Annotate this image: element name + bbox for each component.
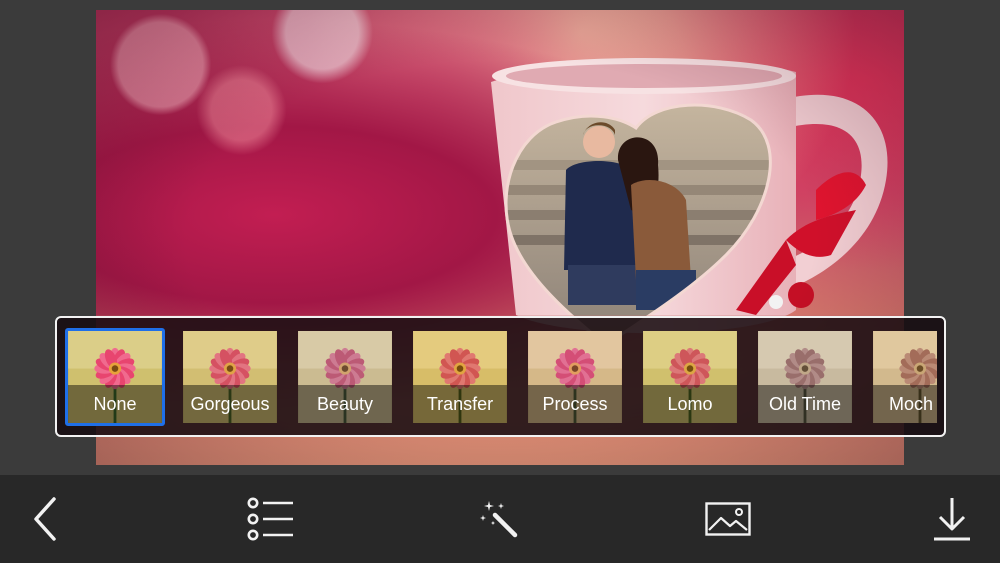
filter-label: Moch bbox=[873, 385, 937, 423]
filter-thumbnail-list[interactable]: None Gorgeous Beauty Transfer Process Lo bbox=[65, 326, 937, 429]
magic-wand-button[interactable] bbox=[469, 493, 529, 545]
filter-label: Lomo bbox=[643, 385, 737, 423]
list-icon bbox=[247, 497, 293, 541]
filter-label: Old Time bbox=[758, 385, 852, 423]
filter-moch[interactable]: Moch bbox=[870, 328, 937, 426]
filter-lomo[interactable]: Lomo bbox=[640, 328, 740, 426]
download-icon bbox=[934, 498, 970, 541]
download-button[interactable] bbox=[922, 493, 982, 545]
filter-label: Beauty bbox=[298, 385, 392, 423]
filter-strip: None Gorgeous Beauty Transfer Process Lo bbox=[55, 316, 946, 437]
magic-wand-icon bbox=[480, 501, 518, 538]
filter-old-time[interactable]: Old Time bbox=[755, 328, 855, 426]
filter-transfer[interactable]: Transfer bbox=[410, 328, 510, 426]
filter-label: None bbox=[68, 385, 162, 423]
filter-gorgeous[interactable]: Gorgeous bbox=[180, 328, 280, 426]
filter-beauty[interactable]: Beauty bbox=[295, 328, 395, 426]
filter-process[interactable]: Process bbox=[525, 328, 625, 426]
filter-label: Transfer bbox=[413, 385, 507, 423]
back-icon bbox=[34, 497, 56, 541]
image-icon bbox=[705, 502, 751, 536]
image-button[interactable] bbox=[698, 493, 758, 545]
filter-label: Gorgeous bbox=[183, 385, 277, 423]
list-button[interactable] bbox=[241, 493, 301, 545]
back-button[interactable] bbox=[15, 493, 75, 545]
bottom-toolbar bbox=[0, 475, 1000, 563]
filter-label: Process bbox=[528, 385, 622, 423]
photo-editor-app: None Gorgeous Beauty Transfer Process Lo bbox=[0, 0, 1000, 563]
filter-none[interactable]: None bbox=[65, 328, 165, 426]
